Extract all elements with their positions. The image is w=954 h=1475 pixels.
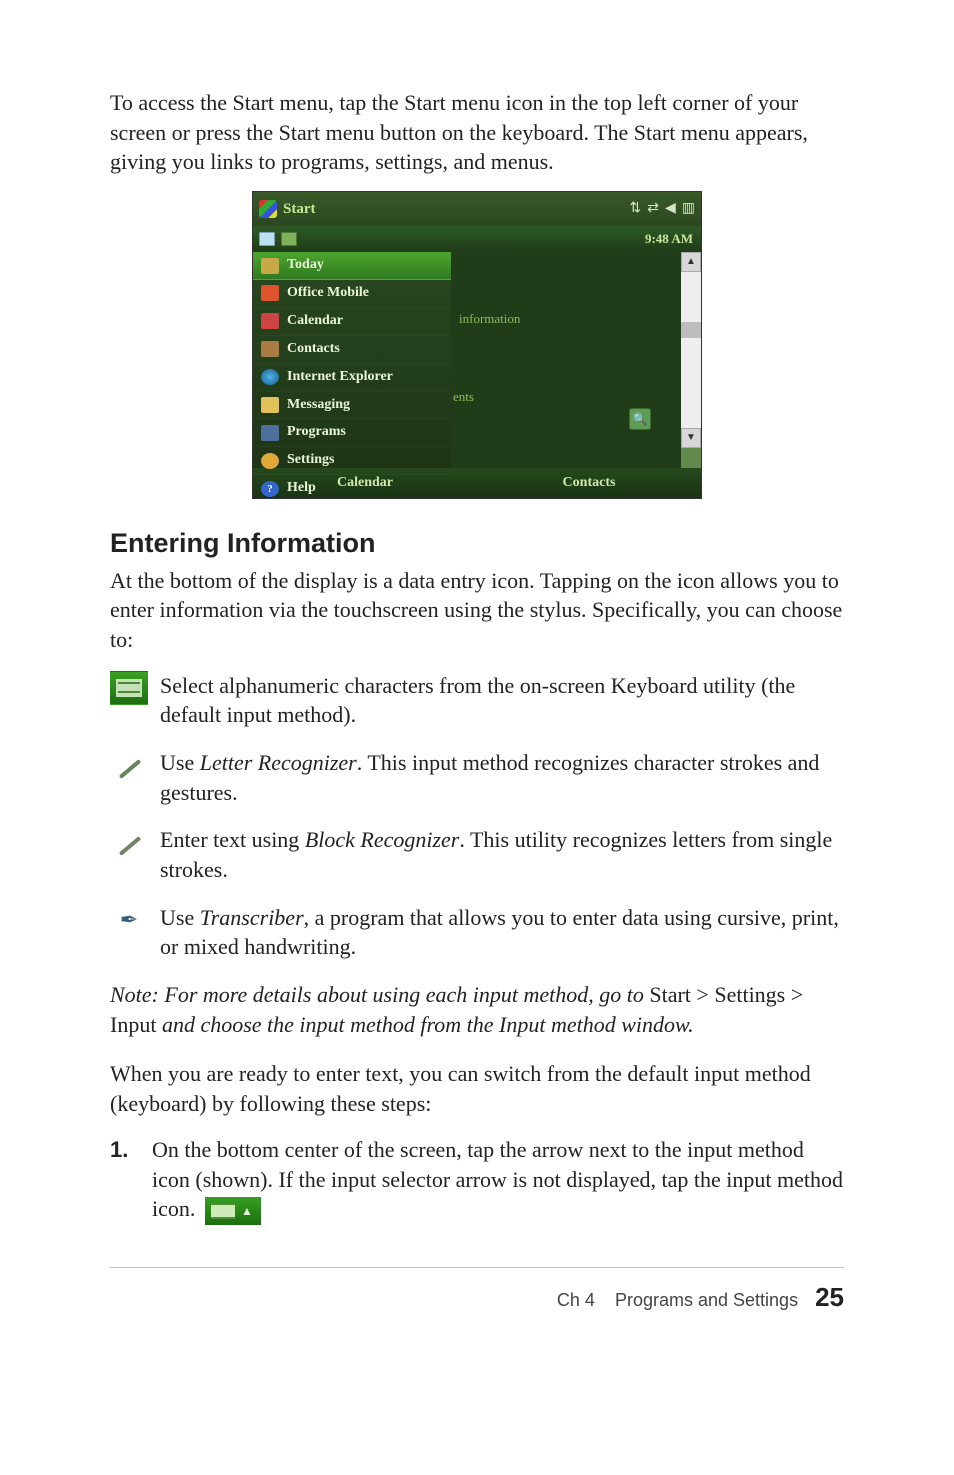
transcriber-icon <box>110 903 148 937</box>
screenshot-title: Start <box>283 199 630 219</box>
menu-item-office-mobile[interactable]: Office Mobile <box>253 280 451 308</box>
section-intro: At the bottom of the display is a data e… <box>110 566 844 655</box>
softkey-right[interactable]: Contacts <box>477 468 701 498</box>
speaker-icon: ◀ <box>665 200 676 219</box>
menu-item-messaging[interactable]: Messaging <box>253 392 451 420</box>
text-roman: > <box>691 982 714 1007</box>
scrollbar[interactable]: ▲ ▼ <box>681 252 701 468</box>
menu-label: Today <box>287 256 324 275</box>
input-method-text: Use Transcriber, a program that allows y… <box>160 903 844 962</box>
scroll-thumb[interactable] <box>681 322 701 338</box>
text-fragment: Use <box>160 750 200 775</box>
input-method-block-recognizer: Enter text using Block Recognizer. This … <box>110 825 844 884</box>
letter-recognizer-icon <box>110 748 148 782</box>
menu-label: Office Mobile <box>287 284 369 303</box>
sip-corner-icon[interactable] <box>681 448 701 468</box>
screenshot-subbar: 9:48 AM <box>253 226 701 252</box>
step-text: On the bottom center of the screen, tap … <box>152 1135 844 1225</box>
ie-icon <box>261 369 279 385</box>
menu-label: Calendar <box>287 312 343 331</box>
menu-item-programs[interactable]: Programs <box>253 419 451 447</box>
text-emphasis: Letter Recognizer <box>200 750 357 775</box>
input-method-text: Use Letter Recognizer. This input method… <box>160 748 844 807</box>
subbar-icon-b <box>281 232 297 246</box>
home-icon <box>261 258 279 274</box>
step-number: 1. <box>110 1135 134 1225</box>
block-recognizer-icon <box>110 825 148 859</box>
menu-label: Programs <box>287 423 346 442</box>
screenshot-titlebar: Start ⇅ ⇄ ◀ ▥ <box>253 192 701 226</box>
content-fragment-ents: ents <box>453 388 681 406</box>
scroll-up-icon[interactable]: ▲ <box>681 252 701 272</box>
connectivity-icon: ⇅ <box>630 200 642 219</box>
input-method-keyboard: Select alphanumeric characters from the … <box>110 671 844 730</box>
programs-icon <box>261 425 279 441</box>
text-fragment: Enter text using <box>160 827 305 852</box>
text-fragment: Note: For more details about using each … <box>110 982 649 1007</box>
softkey-left[interactable]: Calendar <box>253 468 477 498</box>
text-fragment: Use <box>160 905 200 930</box>
menu-item-internet-explorer[interactable]: Internet Explorer <box>253 364 451 392</box>
text-roman: Settings <box>714 982 785 1007</box>
text-emphasis: Transcriber <box>200 905 304 930</box>
messaging-icon <box>261 397 279 413</box>
softkey-bar: Calendar Contacts <box>253 468 701 498</box>
subbar-icon-a <box>259 232 275 246</box>
menu-item-calendar[interactable]: Calendar <box>253 308 451 336</box>
scroll-down-icon[interactable]: ▼ <box>681 428 701 448</box>
section-heading: Entering Information <box>110 525 844 561</box>
keyboard-icon <box>110 671 148 705</box>
footer-rule <box>110 1267 844 1268</box>
settings-icon <box>261 453 279 469</box>
search-icon[interactable]: 🔍 <box>629 408 651 430</box>
clock: 9:48 AM <box>645 230 693 248</box>
note-paragraph: Note: For more details about using each … <box>110 980 844 1039</box>
text-roman: > <box>785 982 803 1007</box>
screenshot-content-pane: information ents 🔍 <box>451 252 681 468</box>
input-method-transcriber: Use Transcriber, a program that allows y… <box>110 903 844 962</box>
contacts-icon <box>261 341 279 357</box>
start-menu-screenshot: Start ⇅ ⇄ ◀ ▥ 9:48 AM Today Office Mobil… <box>110 191 844 499</box>
footer-chapter: Ch 4 <box>557 1290 595 1310</box>
text-fragment: and choose the input method from the Inp… <box>156 1012 693 1037</box>
footer-page-number: 25 <box>815 1282 844 1312</box>
battery-icon: ▥ <box>682 200 695 219</box>
input-method-letter-recognizer: Use Letter Recognizer. This input method… <box>110 748 844 807</box>
menu-label: Internet Explorer <box>287 368 393 387</box>
system-tray: ⇅ ⇄ ◀ ▥ <box>630 200 695 219</box>
menu-item-contacts[interactable]: Contacts <box>253 336 451 364</box>
step-1: 1. On the bottom center of the screen, t… <box>110 1135 844 1225</box>
text-roman: Start <box>649 982 691 1007</box>
text-emphasis: Block Recognizer <box>305 827 460 852</box>
windows-flag-icon <box>259 200 277 218</box>
office-icon <box>261 285 279 301</box>
calendar-icon <box>261 313 279 329</box>
wifi-icon: ⇄ <box>647 200 659 219</box>
menu-label: Messaging <box>287 396 350 415</box>
menu-label: Contacts <box>287 340 340 359</box>
switch-paragraph: When you are ready to enter text, you ca… <box>110 1059 844 1118</box>
text-roman: Input <box>110 1012 156 1037</box>
page-footer: Ch 4 Programs and Settings 25 <box>110 1280 844 1315</box>
content-fragment-information: information <box>459 310 681 328</box>
start-menu-list: Today Office Mobile Calendar Contacts In… <box>253 252 451 468</box>
input-method-selector-icon <box>205 1197 261 1225</box>
scroll-track[interactable] <box>681 272 701 428</box>
input-method-text: Enter text using Block Recognizer. This … <box>160 825 844 884</box>
footer-title: Programs and Settings <box>615 1290 798 1310</box>
input-method-text: Select alphanumeric characters from the … <box>160 671 844 730</box>
intro-paragraph: To access the Start menu, tap the Start … <box>110 88 844 177</box>
menu-item-today[interactable]: Today <box>253 252 451 280</box>
